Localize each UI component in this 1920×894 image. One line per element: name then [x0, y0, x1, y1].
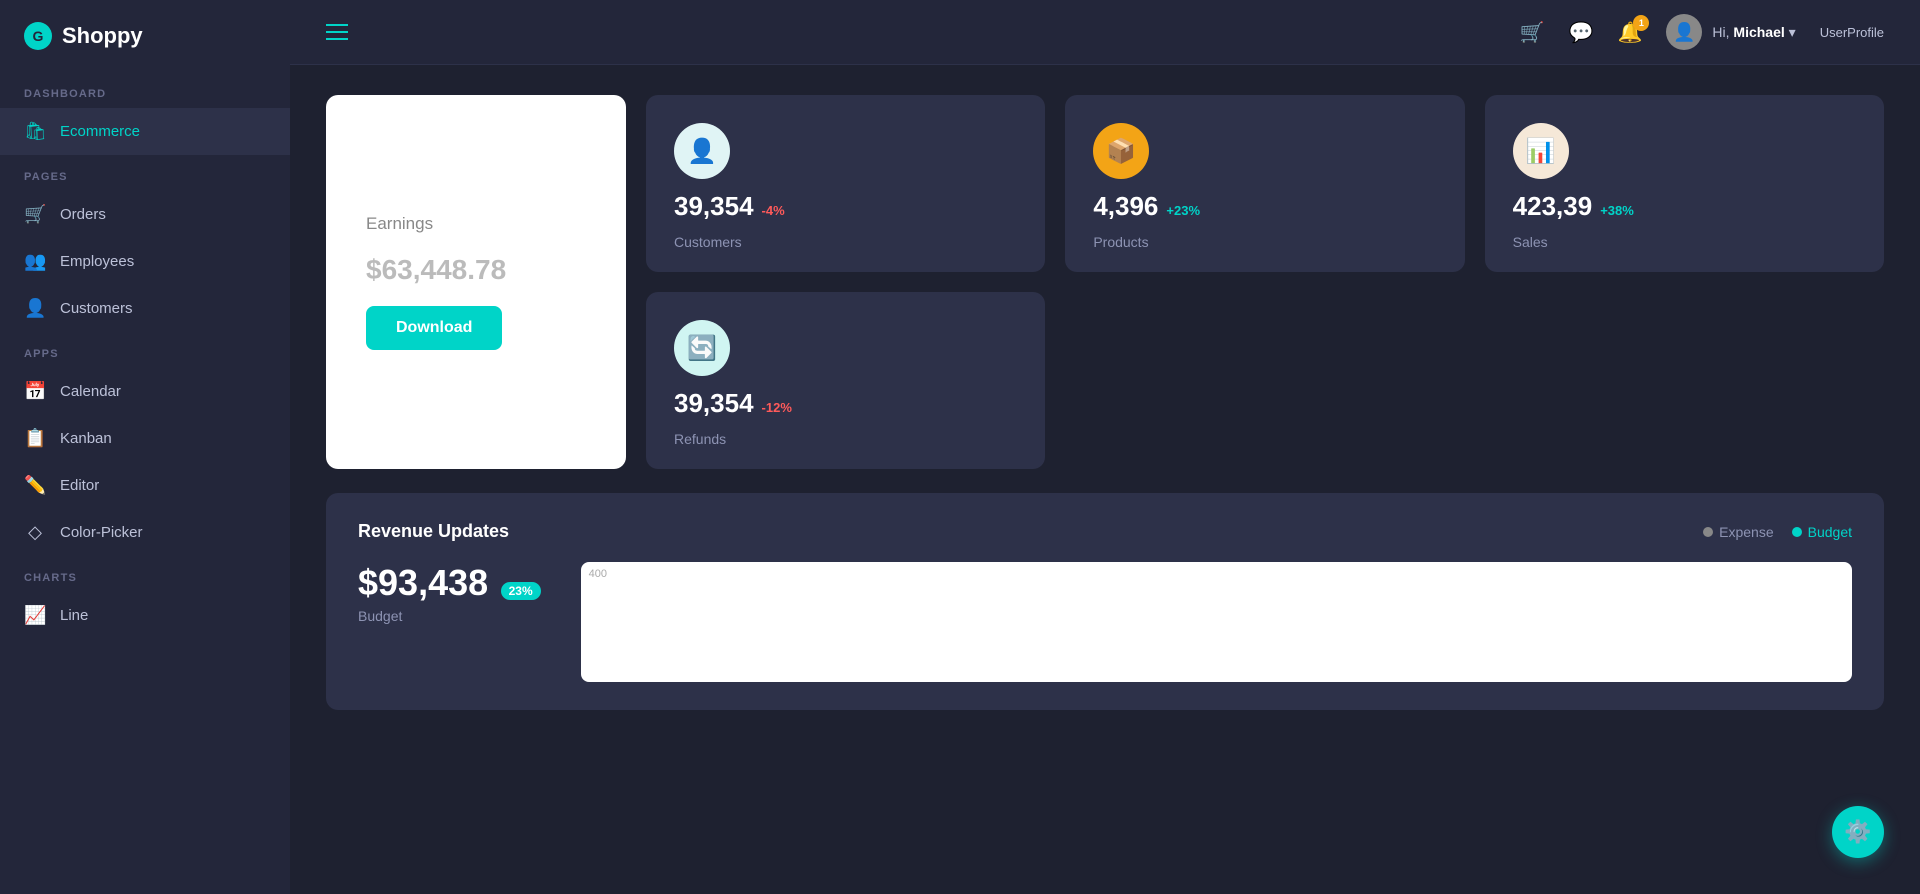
budget-legend: Budget — [1792, 524, 1852, 540]
kanban-icon: 📋 — [24, 428, 46, 449]
settings-fab[interactable]: ⚙️ — [1832, 806, 1884, 858]
revenue-body: $93,438 23% Budget 400 — [358, 562, 1852, 682]
chat-icon-button[interactable]: 💬 — [1569, 20, 1594, 45]
sidebar-section-label-dashboard: DASHBOARD — [0, 72, 290, 108]
customers-value-row: 39,354 -4% — [674, 191, 1017, 222]
sidebar-item-label-kanban: Kanban — [60, 430, 112, 447]
main-area: 🛒 💬 🔔 1 👤 Hi, Michael ▾ UserProfile Earn… — [290, 0, 1920, 894]
products-value-row: 4,396 +23% — [1093, 191, 1436, 222]
app-logo[interactable]: G Shoppy — [0, 0, 290, 72]
topbar-left — [326, 24, 348, 40]
stat-card-customers: 👤 39,354 -4% Customers — [646, 95, 1045, 272]
revenue-left: $93,438 23% Budget — [358, 562, 541, 624]
revenue-amount: $93,438 — [358, 562, 488, 603]
refunds-change: -12% — [762, 400, 792, 415]
sales-value: 423,39 — [1513, 191, 1593, 222]
sidebar-item-label-orders: Orders — [60, 206, 106, 223]
refunds-icon: 🔄 — [674, 320, 730, 376]
sidebar-section-label-pages: PAGES — [0, 155, 290, 191]
sales-value-row: 423,39 +38% — [1513, 191, 1856, 222]
customers-icon: 👤 — [24, 298, 46, 319]
sidebar-item-label-color-picker: Color-Picker — [60, 524, 143, 541]
revenue-badge: 23% — [501, 582, 541, 600]
earnings-label: Earnings — [366, 214, 586, 234]
content-area: Earnings $63,448.78 Download 👤 39,354 -4% C… — [290, 65, 1920, 894]
topbar: 🛒 💬 🔔 1 👤 Hi, Michael ▾ UserProfile — [290, 0, 1920, 65]
revenue-chart: 400 — [581, 562, 1852, 682]
logo-icon: G — [24, 22, 52, 50]
sidebar-item-calendar[interactable]: 📅 Calendar — [0, 368, 290, 415]
avatar: 👤 — [1666, 14, 1702, 50]
calendar-icon: 📅 — [24, 381, 46, 402]
customers-value: 39,354 — [674, 191, 754, 222]
hamburger-button[interactable] — [326, 24, 348, 40]
bell-icon-button[interactable]: 🔔 1 — [1618, 20, 1643, 45]
cart-icon-button[interactable]: 🛒 — [1520, 20, 1545, 45]
color-picker-icon: ◇ — [24, 522, 46, 543]
download-button[interactable]: Download — [366, 306, 502, 350]
orders-icon: 🛒 — [24, 204, 46, 225]
sidebar-item-kanban[interactable]: 📋 Kanban — [0, 415, 290, 462]
products-icon: 📦 — [1093, 123, 1149, 179]
cards-row: Earnings $63,448.78 Download 👤 39,354 -4% C… — [326, 95, 1884, 469]
stat-card-refunds: 🔄 39,354 -12% Refunds — [646, 292, 1045, 469]
line-icon: 📈 — [24, 605, 46, 626]
sidebar-item-customers[interactable]: 👤 Customers — [0, 285, 290, 332]
revenue-header: Revenue Updates Expense Budget — [358, 521, 1852, 542]
user-greeting: Hi, Michael ▾ — [1712, 24, 1795, 41]
sidebar-item-label-customers: Customers — [60, 300, 133, 317]
sidebar-section-label-charts: CHARTS — [0, 556, 290, 592]
stat-card-sales: 📊 423,39 +38% Sales — [1485, 95, 1884, 272]
refunds-value-row: 39,354 -12% — [674, 388, 1017, 419]
user-info[interactable]: 👤 Hi, Michael ▾ — [1666, 14, 1795, 50]
notification-badge: 1 — [1633, 15, 1649, 31]
sidebar-item-ecommerce[interactable]: 🛍 Ecommerce — [0, 108, 290, 155]
sidebar-item-label-employees: Employees — [60, 253, 134, 270]
sidebar-item-color-picker[interactable]: ◇ Color-Picker — [0, 509, 290, 556]
sidebar-item-employees[interactable]: 👥 Employees — [0, 238, 290, 285]
stat-cards-grid: 👤 39,354 -4% Customers 📦 4,396 +23% Products 📊 42… — [646, 95, 1884, 469]
sidebar-item-line[interactable]: 📈 Line — [0, 592, 290, 639]
products-value: 4,396 — [1093, 191, 1158, 222]
products-label: Products — [1093, 234, 1436, 250]
revenue-sub-label: Budget — [358, 608, 541, 624]
expense-legend-label: Expense — [1719, 524, 1773, 540]
employees-icon: 👥 — [24, 251, 46, 272]
revenue-title: Revenue Updates — [358, 521, 509, 542]
sidebar-item-editor[interactable]: ✏️ Editor — [0, 462, 290, 509]
expense-legend: Expense — [1703, 524, 1773, 540]
sidebar-item-orders[interactable]: 🛒 Orders — [0, 191, 290, 238]
editor-icon: ✏️ — [24, 475, 46, 496]
sales-change: +38% — [1600, 203, 1634, 218]
sidebar-item-label-line: Line — [60, 607, 88, 624]
sidebar: G Shoppy DASHBOARD 🛍 Ecommerce PAGES 🛒 Orders… — [0, 0, 290, 894]
topbar-right: 🛒 💬 🔔 1 👤 Hi, Michael ▾ UserProfile — [1520, 14, 1884, 50]
sidebar-item-label-ecommerce: Ecommerce — [60, 123, 140, 140]
earnings-card: Earnings $63,448.78 Download — [326, 95, 626, 469]
customers-icon: 👤 — [674, 123, 730, 179]
chart-y-label: 400 — [589, 568, 607, 580]
earnings-value: $63,448.78 — [366, 254, 586, 286]
sidebar-item-label-calendar: Calendar — [60, 383, 121, 400]
products-change: +23% — [1166, 203, 1200, 218]
sales-icon: 📊 — [1513, 123, 1569, 179]
sidebar-section-label-apps: APPS — [0, 332, 290, 368]
revenue-legend: Expense Budget — [1703, 524, 1852, 540]
user-profile-link[interactable]: UserProfile — [1820, 25, 1884, 40]
refunds-label: Refunds — [674, 431, 1017, 447]
budget-dot — [1792, 527, 1802, 537]
expense-dot — [1703, 527, 1713, 537]
sales-label: Sales — [1513, 234, 1856, 250]
stat-card-products: 📦 4,396 +23% Products — [1065, 95, 1464, 272]
revenue-section: Revenue Updates Expense Budget $93,438 — [326, 493, 1884, 710]
refunds-value: 39,354 — [674, 388, 754, 419]
budget-legend-label: Budget — [1808, 524, 1852, 540]
ecommerce-icon: 🛍 — [24, 121, 46, 142]
revenue-amount-row: $93,438 23% — [358, 562, 541, 604]
app-name: Shoppy — [62, 23, 143, 49]
customers-change: -4% — [762, 203, 785, 218]
customers-label: Customers — [674, 234, 1017, 250]
sidebar-item-label-editor: Editor — [60, 477, 99, 494]
